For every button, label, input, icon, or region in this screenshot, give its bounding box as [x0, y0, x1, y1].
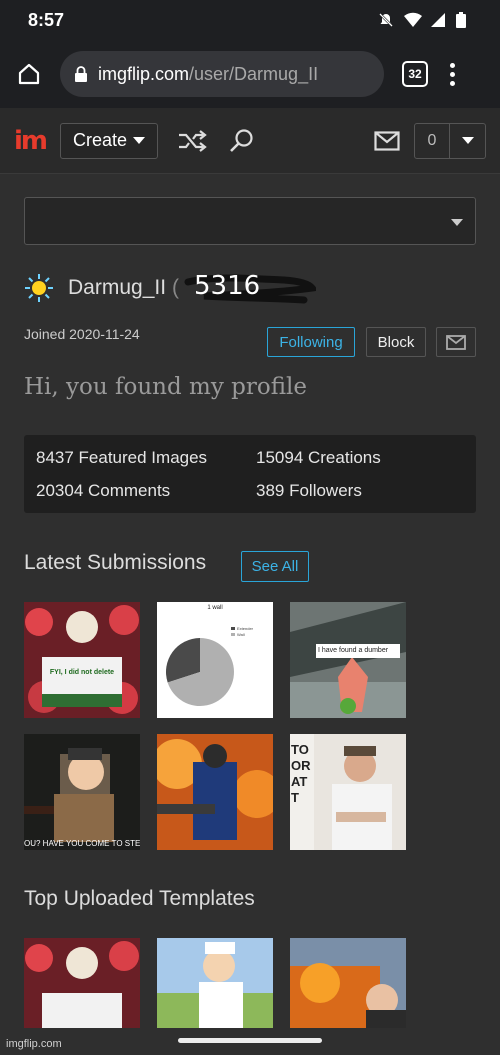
template-thumb-2[interactable]	[157, 938, 273, 1028]
imgflip-logo[interactable]: im	[14, 126, 48, 156]
username: Darmug_II	[68, 276, 167, 299]
mail-icon	[446, 334, 466, 350]
create-label: Create	[73, 130, 128, 150]
template-thumb-3[interactable]	[290, 938, 406, 1028]
home-icon[interactable]	[12, 57, 46, 91]
tab-switcher-button[interactable]: 32	[402, 61, 428, 87]
lock-icon	[74, 66, 88, 82]
sun-icon	[25, 274, 53, 302]
watermark: imgflip.com	[6, 1038, 62, 1050]
chevron-down-icon	[461, 137, 474, 144]
block-button[interactable]: Block	[366, 327, 426, 357]
stat-followers[interactable]: 389 Followers	[256, 481, 362, 501]
top-templates-title: Top Uploaded Templates	[24, 887, 255, 910]
profile-nav-select[interactable]	[24, 197, 476, 245]
submission-caption: OU? HAVE YOU COME TO STE	[24, 839, 140, 848]
latest-submissions-title: Latest Submissions	[24, 551, 207, 574]
profile-tagline: Hi, you found my profile	[24, 374, 308, 400]
stat-creations[interactable]: 15094 Creations	[256, 448, 381, 468]
url-text: imgflip.com/user/Darmug_II	[98, 64, 318, 85]
submission-caption: I have found a dumber	[318, 647, 389, 654]
stat-featured[interactable]: 8437 Featured Images	[36, 448, 207, 468]
mail-icon[interactable]	[372, 126, 402, 156]
submission-thumb-2[interactable]: 1 wall Extender Wall	[157, 602, 273, 718]
url-path: /user/Darmug_II	[189, 63, 319, 84]
search-icon[interactable]	[226, 125, 258, 157]
shuffle-icon[interactable]	[176, 125, 208, 157]
notification-count[interactable]: 0	[414, 122, 450, 159]
notifications: 0	[372, 122, 486, 159]
url-host: imgflip.com	[98, 63, 190, 84]
address-bar[interactable]: imgflip.com/user/Darmug_II	[60, 51, 384, 97]
message-button[interactable]	[436, 327, 476, 357]
chevron-down-icon	[133, 137, 146, 144]
browser-toolbar: imgflip.com/user/Darmug_II 32	[0, 40, 500, 108]
submission-thumb-5[interactable]	[157, 734, 273, 850]
submission-thumb-6[interactable]: TO OR AT T	[290, 734, 406, 850]
points-value: 5316	[194, 271, 261, 301]
mute-icon	[378, 12, 394, 28]
clock: 8:57	[28, 9, 65, 30]
submission-thumb-3[interactable]: I have found a dumber	[290, 602, 406, 718]
status-bar: 8:57	[0, 0, 500, 40]
stats-panel: 8437 Featured Images 15094 Creations 203…	[24, 435, 476, 513]
following-button[interactable]: Following	[267, 327, 355, 357]
home-gesture-handle[interactable]	[178, 1038, 322, 1043]
joined-date: Joined 2020-11-24	[24, 326, 140, 342]
submission-caption: TO OR AT T	[291, 742, 311, 805]
notification-dropdown-button[interactable]	[450, 122, 486, 159]
submission-thumb-4[interactable]: OU? HAVE YOU COME TO STE	[24, 734, 140, 850]
submission-caption: FYI, I did not delete	[49, 669, 115, 676]
template-thumb-1[interactable]	[24, 938, 140, 1028]
user-heading: Darmug_II ( 5316	[24, 270, 316, 306]
create-button[interactable]: Create	[60, 122, 159, 159]
see-all-button[interactable]: See All	[241, 551, 309, 582]
signal-icon	[430, 12, 446, 28]
piechart-legend-a: Extender	[237, 626, 254, 631]
site-header: im Create 0	[0, 108, 500, 174]
points-paren: (	[172, 276, 180, 299]
battery-icon	[456, 12, 472, 28]
pie-chart	[166, 638, 234, 706]
submission-thumb-1[interactable]: FYI, I did not delete	[24, 602, 140, 718]
wifi-icon	[404, 12, 422, 28]
gesture-nav-bar	[0, 1028, 500, 1055]
stat-comments[interactable]: 20304 Comments	[36, 481, 170, 501]
chevron-down-icon	[451, 219, 463, 226]
piechart-legend-b: Wall	[237, 632, 245, 637]
overflow-menu-icon[interactable]	[450, 62, 456, 86]
